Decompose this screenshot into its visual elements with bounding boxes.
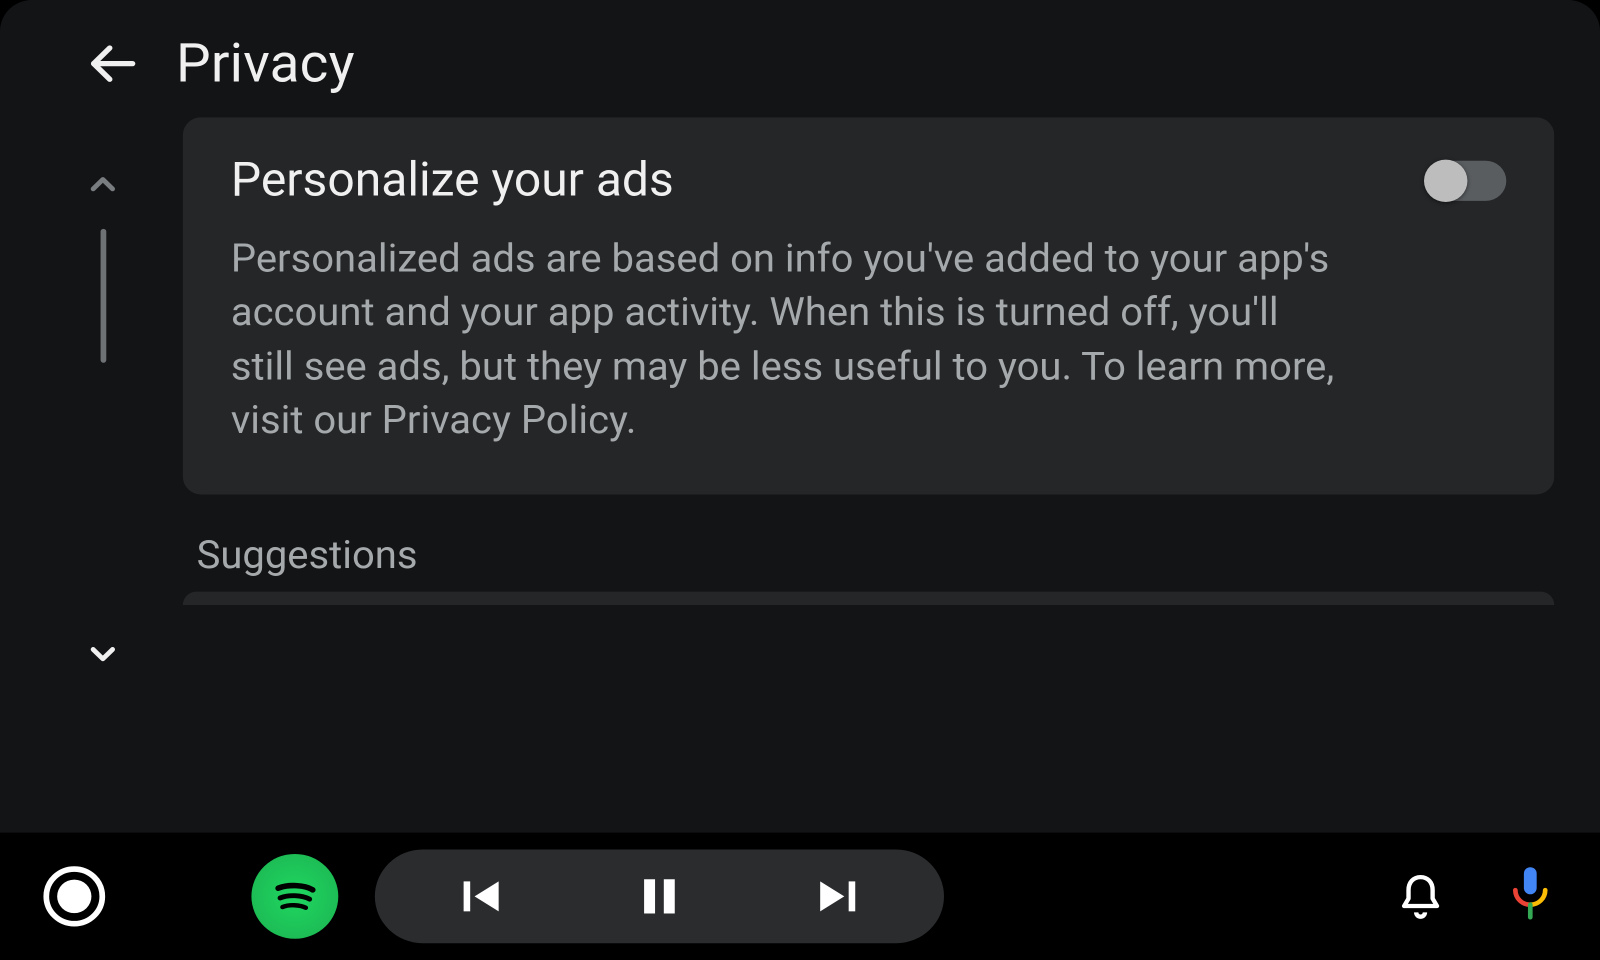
header: Privacy: [0, 0, 1600, 117]
scroll-rail: [69, 117, 138, 833]
spotify-icon: [266, 868, 323, 924]
bell-icon: [1394, 871, 1447, 922]
suggestions-card-peek[interactable]: [183, 592, 1554, 605]
settings-content: Personalize your ads Personalized ads ar…: [137, 117, 1554, 833]
chevron-down-icon: [83, 635, 122, 673]
personalize-ads-description: Personalized ads are based on info you'v…: [231, 232, 1351, 448]
chevron-up-icon: [83, 165, 122, 203]
play-pause-button[interactable]: [633, 871, 686, 922]
page-title: Privacy: [176, 31, 355, 95]
back-button[interactable]: [80, 32, 144, 95]
notifications-button[interactable]: [1394, 871, 1447, 922]
google-mic-icon: [1504, 865, 1557, 928]
arrow-left-icon: [85, 36, 140, 90]
media-app-button[interactable]: [251, 854, 338, 939]
scroll-down-button[interactable]: [80, 632, 126, 677]
scroll-indicator: [100, 229, 106, 363]
circle-icon: [57, 880, 91, 913]
next-track-button[interactable]: [811, 871, 864, 922]
skip-previous-icon: [455, 871, 508, 922]
personalize-ads-toggle[interactable]: [1426, 160, 1506, 200]
assistant-mic-button[interactable]: [1504, 865, 1557, 928]
personalize-ads-title: Personalize your ads: [231, 153, 1399, 208]
settings-surface: Privacy Per: [0, 0, 1600, 833]
previous-track-button[interactable]: [455, 871, 508, 922]
suggestions-section-header: Suggestions: [197, 533, 1555, 579]
system-bar: [0, 833, 1600, 960]
pause-icon: [633, 871, 686, 922]
scroll-up-button[interactable]: [80, 162, 126, 207]
personalize-ads-card[interactable]: Personalize your ads Personalized ads ar…: [183, 117, 1554, 495]
toggle-thumb: [1424, 159, 1467, 201]
media-controls: [375, 849, 944, 943]
launcher-button[interactable]: [43, 866, 105, 926]
skip-next-icon: [811, 871, 864, 922]
